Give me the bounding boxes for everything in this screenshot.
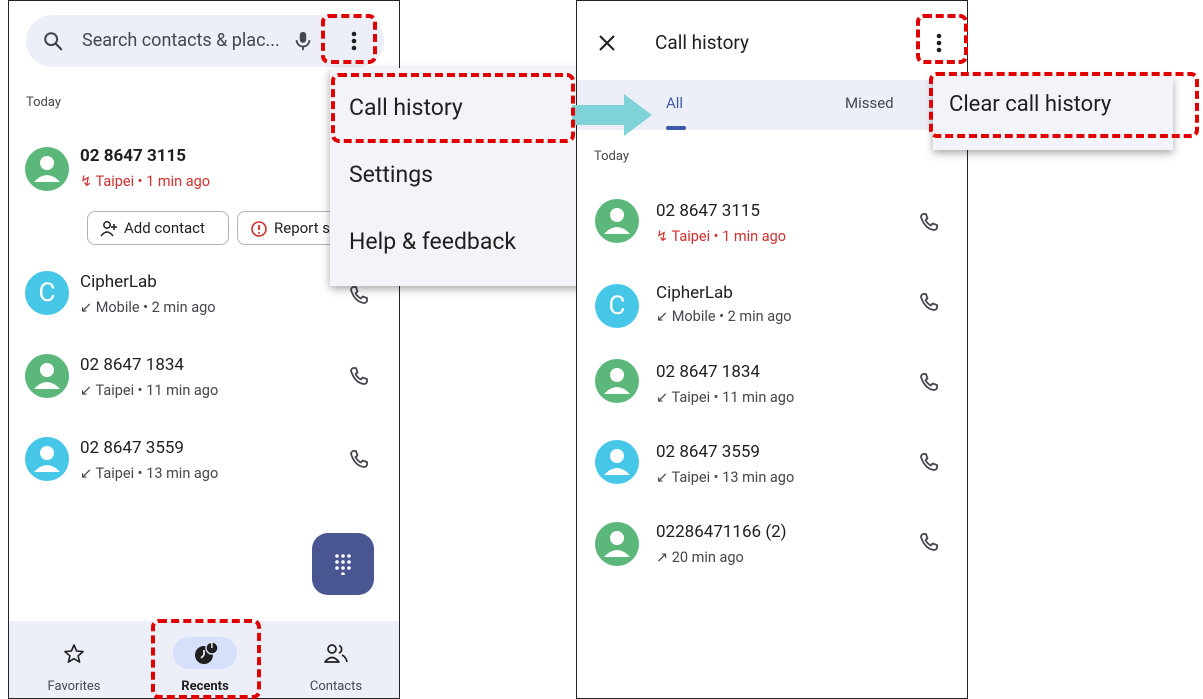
incoming-call-icon: ↙: [656, 389, 672, 406]
menu-item-settings[interactable]: Settings: [330, 143, 598, 207]
contact-avatar: C: [25, 271, 69, 315]
add-contact-button[interactable]: Add contact: [87, 211, 229, 245]
phone-icon[interactable]: [347, 284, 371, 308]
call-row-name[interactable]: CipherLab: [656, 283, 733, 303]
person-icon: [34, 363, 60, 389]
page-title: Call history: [655, 31, 750, 54]
highlight-left-more: [321, 14, 377, 64]
call-row-name[interactable]: CipherLab: [80, 272, 157, 292]
microphone-icon[interactable]: [292, 29, 314, 53]
incoming-call-icon: ↙: [656, 469, 672, 486]
call-row-detail: ↙ Mobile • 2 min ago: [656, 308, 792, 325]
highlight-recents: [151, 619, 261, 699]
highlight-right-more: [916, 14, 968, 64]
section-today: Today: [594, 149, 630, 164]
contact-avatar: [595, 359, 639, 403]
contact-avatar: [25, 147, 69, 191]
missed-call-icon: ↯: [80, 173, 96, 190]
phone-icon[interactable]: [917, 451, 941, 475]
outgoing-call-icon: ↗: [656, 549, 672, 566]
contact-avatar: [25, 437, 69, 481]
alert-icon: [251, 221, 267, 237]
phone-icon[interactable]: [917, 291, 941, 315]
call-row-name[interactable]: 02 8647 1834: [80, 355, 184, 375]
call-row-name[interactable]: 02 8647 3115: [656, 201, 760, 221]
phone-icon[interactable]: [917, 531, 941, 555]
person-icon: [34, 156, 60, 182]
call-row-name[interactable]: 02 8647 3559: [80, 438, 184, 458]
incoming-call-icon: ↙: [80, 465, 96, 482]
call-row-name[interactable]: 02 8647 1834: [656, 362, 760, 382]
incoming-call-icon: ↙: [80, 299, 96, 316]
contacts-icon: [324, 644, 348, 663]
phone-icon[interactable]: [347, 448, 371, 472]
incoming-call-icon: ↙: [656, 308, 672, 325]
contact-avatar: C: [595, 284, 639, 328]
star-icon: [64, 644, 84, 663]
call-row-detail: ↙ Mobile • 2 min ago: [80, 299, 216, 316]
call-row-detail: ↗ 20 min ago: [656, 549, 744, 566]
incoming-call-icon: ↙: [80, 382, 96, 399]
call-row-detail: ↙ Taipei • 11 min ago: [656, 389, 795, 406]
call-row-detail: ↙ Taipei • 13 min ago: [656, 469, 795, 486]
close-icon[interactable]: [595, 31, 619, 55]
search-icon: [44, 32, 63, 51]
add-person-icon: [100, 221, 117, 237]
phone-icon[interactable]: [917, 371, 941, 395]
search-input[interactable]: Search contacts & plac...: [82, 30, 280, 51]
call-row-detail: ↙ Taipei • 13 min ago: [80, 465, 219, 482]
flow-arrow: [572, 94, 652, 136]
call-row-name[interactable]: 02 8647 3559: [656, 442, 760, 462]
phone-icon[interactable]: [917, 211, 941, 235]
call-row-name[interactable]: 02 8647 3115: [80, 146, 186, 166]
person-icon: [604, 208, 630, 234]
person-icon: [604, 449, 630, 475]
tab-all[interactable]: All: [666, 94, 683, 112]
person-icon: [604, 368, 630, 394]
tab-missed[interactable]: Missed: [845, 94, 894, 112]
call-row-detail: ↙ Taipei • 11 min ago: [80, 382, 219, 399]
contact-avatar: [595, 522, 639, 566]
dialpad-button[interactable]: [312, 533, 374, 595]
call-row-name[interactable]: 02286471166 (2): [656, 522, 787, 542]
nav-favorites[interactable]: Favorites: [9, 621, 139, 698]
contact-avatar: [595, 440, 639, 484]
phone-icon[interactable]: [347, 365, 371, 389]
dialpad-icon: [335, 554, 351, 575]
highlight-clear-history: [929, 72, 1199, 138]
missed-call-icon: ↯: [656, 228, 672, 245]
call-row-detail: ↯ Taipei • 1 min ago: [80, 173, 211, 190]
section-today: Today: [26, 95, 62, 110]
nav-contacts[interactable]: Contacts: [271, 621, 399, 698]
person-icon: [604, 531, 630, 557]
call-row-detail: ↯ Taipei • 1 min ago: [656, 228, 787, 245]
contact-avatar: [25, 354, 69, 398]
highlight-call-history: [331, 73, 575, 143]
tab-indicator: [666, 126, 686, 130]
contact-avatar: [595, 199, 639, 243]
menu-item-help-feedback[interactable]: Help & feedback: [330, 210, 598, 274]
person-icon: [34, 446, 60, 472]
